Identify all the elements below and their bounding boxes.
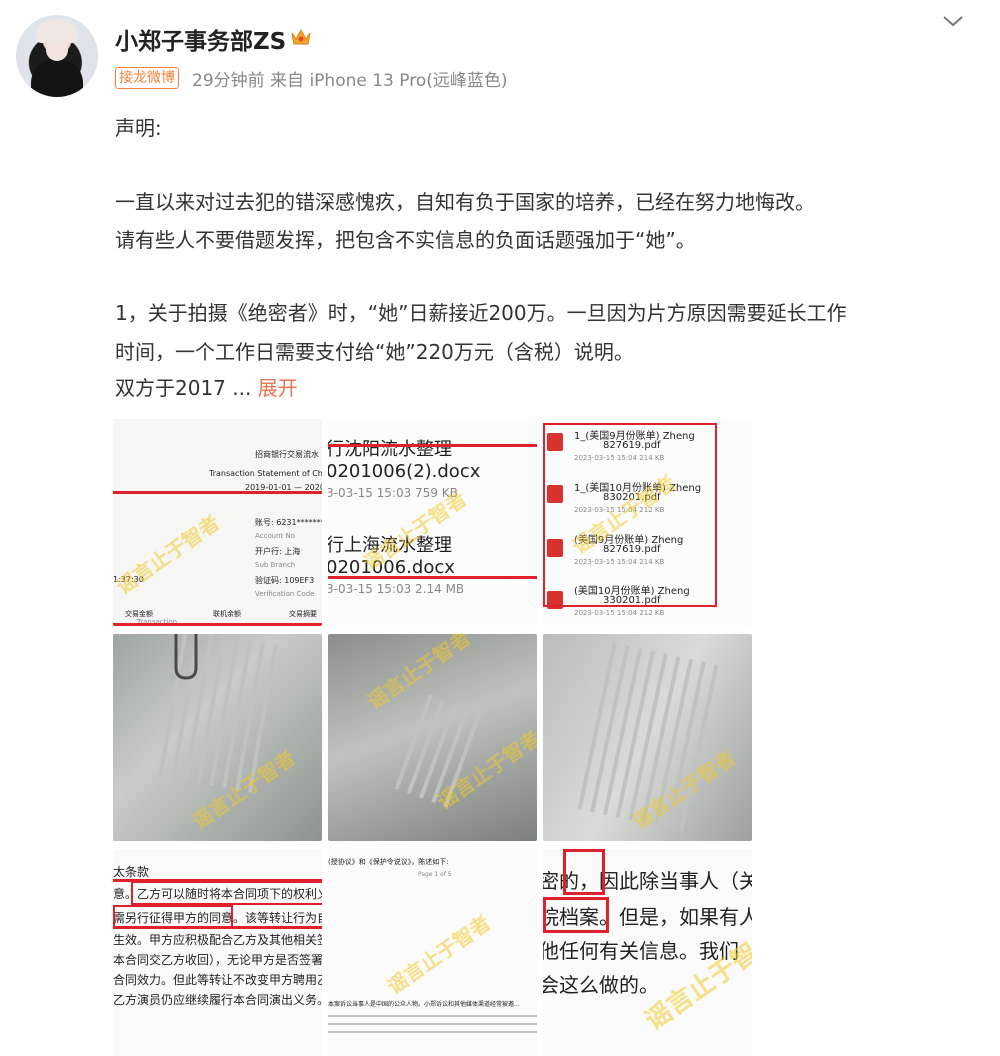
red-highlight-box: [131, 881, 322, 905]
chevron-down-icon[interactable]: [940, 12, 966, 30]
image-thumb-3[interactable]: 1_(美国9月份账单) Zheng 827619.pdf 2023-03-15 …: [543, 419, 752, 626]
image-thumb-9[interactable]: 密的，因此除当事人（关 院档案。但是，如果有人 他任何有关信息。我们 会这么做的…: [543, 849, 752, 1056]
doc-page: Page 1 of 5: [418, 871, 452, 878]
username[interactable]: 小郑子事务部ZS: [115, 22, 286, 56]
red-highlight-box: [563, 849, 605, 895]
clause-heading: 太条款: [113, 865, 150, 879]
file-name: 行沈阳流水整理: [328, 439, 452, 460]
post-text-line-truncated: 双方于2017 ... 展开: [115, 372, 298, 401]
statement-field: Account No: [255, 532, 296, 540]
user-avatar[interactable]: [16, 15, 98, 97]
statement-field: 验证码: 109EF3: [255, 576, 315, 585]
clause-line: 合同效力。但此等转让不改变甲方聘用乙方: [113, 973, 322, 987]
vip-crown-icon: [291, 28, 311, 45]
red-highlight-box: [543, 897, 609, 933]
avatar-body: [31, 59, 83, 97]
statement-field: Sub Branch: [255, 561, 296, 569]
image-thumb-4[interactable]: 谣言止于智者: [113, 634, 322, 841]
post-text-line: 双方于2017 ...: [115, 376, 252, 400]
clause-line: 本合同交乙方收回），无论甲方是否签署: [113, 953, 322, 967]
post-text-line: 声明:: [115, 116, 162, 140]
jielong-badge[interactable]: 接龙微博: [115, 67, 179, 89]
post-text-line: 一直以来对过去犯的错深感愧疚，自知有负于国家的培养，已经在努力地悔改。: [115, 190, 815, 214]
statement-col: 交易摘要: [289, 610, 317, 618]
image-thumb-1[interactable]: 招商银行交易流水 Transaction Statement of China …: [113, 419, 322, 626]
post-meta: 29分钟前 来自 iPhone 13 Pro(远峰蓝色): [192, 71, 508, 91]
doc-heading: (授协议》和《保护令说议》，陈述如下:: [328, 858, 449, 866]
excerpt-line: 会这么做的。: [543, 973, 659, 997]
file-ext: 0201006(2).docx: [328, 461, 481, 482]
paper-clip-icon: [174, 634, 198, 680]
pdf-meta: 2023-03-15 15:04 212 KB: [574, 609, 665, 617]
statement-title: 招商银行交易流水: [255, 450, 319, 459]
watermark: 谣言止于智者: [113, 510, 224, 599]
doc-body: 本案诉讼当事人是中国的公众人物。小郑诉讼和其他媒体渠道经常被邀...: [328, 1001, 520, 1008]
expand-link[interactable]: 展开: [258, 376, 298, 400]
statement-col: 联机余额: [213, 610, 241, 618]
red-underline: [113, 623, 322, 626]
red-underline: [328, 444, 537, 447]
doc-text-lines: [328, 1009, 537, 1039]
image-thumb-8[interactable]: (授协议》和《保护令说议》，陈述如下: Page 1 of 5 本案诉讼当事人是…: [328, 849, 537, 1056]
image-thumb-5[interactable]: 谣言止于智者 谣言止于智者: [328, 634, 537, 841]
watermark: 谣言止于智者: [382, 910, 495, 999]
clause-line: 生效。甲方应积极配合乙方及其他相关签: [113, 933, 322, 947]
image-thumb-2[interactable]: 行沈阳流水整理 0201006(2).docx 3-03-15 15:03 75…: [328, 419, 537, 626]
red-underline: [113, 926, 322, 929]
statement-field: Verification Code: [255, 590, 315, 598]
post-text-line: 1，关于拍摄《绝密者》时，“她”日薪接近200万。一旦因为片方原因需要延长工作: [115, 301, 847, 325]
red-underline: [328, 576, 537, 579]
clause-line: 乙方演员仍应继续履行本合同演出义务。: [113, 993, 322, 1007]
post-text-line: 时间，一个工作日需要支付给“她”220万元（含税）说明。: [115, 340, 634, 364]
statement-subtitle: Transaction Statement of China: [209, 469, 322, 478]
image-thumb-7[interactable]: 太条款 意。乙方可以随时将本合同项下的权利义 需另行征得甲方的同意。该等转让行为…: [113, 849, 322, 1056]
image-thumb-6[interactable]: 谣言止于智者: [543, 634, 752, 841]
statement-field: 开户行: 上海: [255, 547, 301, 556]
post-text-line: 请有些人不要借题发挥，把包含不实信息的负面话题强加于“她”。: [115, 228, 696, 252]
file-meta: 3-03-15 15:03 2.14 MB: [328, 582, 465, 596]
avatar-hat: [36, 19, 78, 43]
statement-field: 账号: 6231*******: [255, 518, 322, 527]
red-underline: [113, 491, 322, 494]
